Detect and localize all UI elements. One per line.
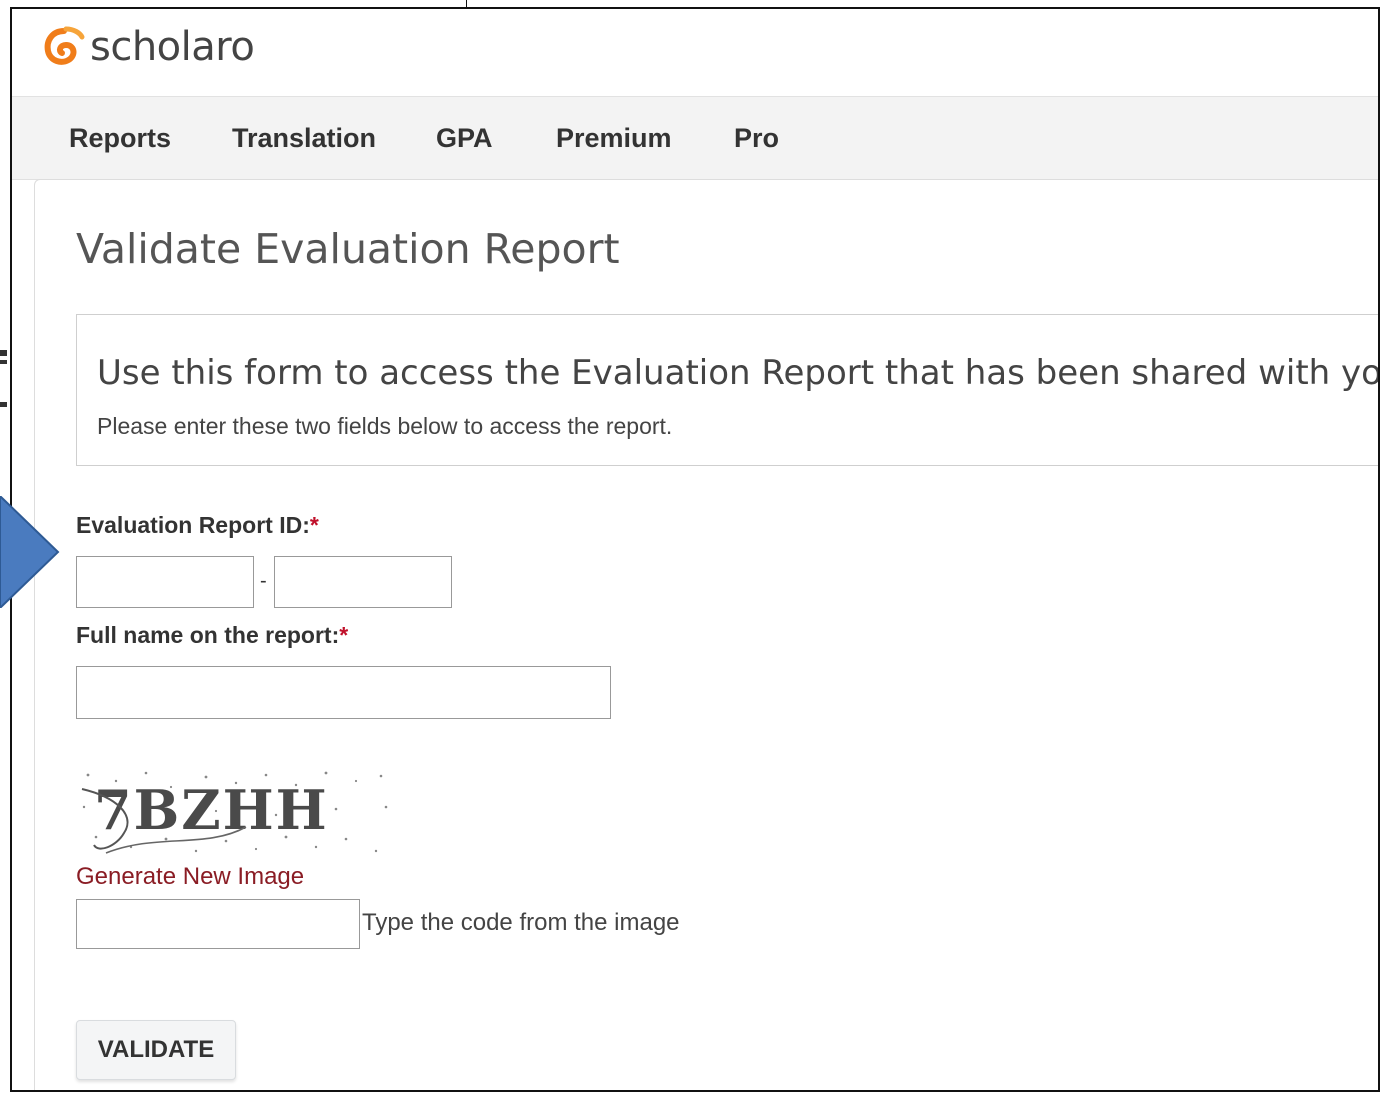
captcha-graphic: 7BZHH <box>76 767 392 857</box>
nav-translation[interactable]: Translation <box>232 123 376 154</box>
captcha-input[interactable] <box>76 899 360 949</box>
required-mark: * <box>339 622 349 648</box>
nav-reports[interactable]: Reports <box>69 123 171 154</box>
nav-pro[interactable]: Pro <box>734 123 779 154</box>
page-title: Validate Evaluation Report <box>76 225 620 273</box>
required-mark: * <box>309 512 319 538</box>
report-id-label: Evaluation Report ID:* <box>76 512 319 539</box>
captcha-image: 7BZHH <box>76 767 392 857</box>
generate-new-image-link[interactable]: Generate New Image <box>76 863 304 891</box>
id-separator: - <box>260 570 267 592</box>
full-name-label-text: Full name on the report: <box>76 622 340 648</box>
full-name-input[interactable] <box>76 666 611 719</box>
browser-viewport: scholaro Reports Translation GPA Premium… <box>10 7 1380 1092</box>
edge-artifact <box>0 350 8 420</box>
report-id-part1-input[interactable] <box>76 556 254 608</box>
site-header: scholaro <box>12 9 1378 97</box>
brand-wordmark: scholaro <box>90 24 255 70</box>
captcha-hint: Type the code from the image <box>362 909 680 936</box>
report-id-label-text: Evaluation Report ID: <box>76 512 310 538</box>
full-name-label: Full name on the report:* <box>76 622 348 649</box>
report-id-part2-input[interactable] <box>274 556 452 608</box>
nav-gpa[interactable]: GPA <box>436 123 493 154</box>
info-lead-text: Use this form to access the Evaluation R… <box>97 353 1380 393</box>
callout-arrow-icon <box>0 496 60 608</box>
info-sub-text: Please enter these two fields below to a… <box>97 413 673 439</box>
info-box: Use this form to access the Evaluation R… <box>76 314 1380 466</box>
swirl-logo-icon <box>44 26 85 65</box>
validate-button[interactable]: VALIDATE <box>76 1020 236 1080</box>
nav-premium[interactable]: Premium <box>556 123 672 154</box>
captcha-code-text: 7BZHH <box>94 778 329 842</box>
scholaro-logo[interactable]: scholaro <box>42 24 255 70</box>
main-nav: Reports Translation GPA Premium Pro <box>12 97 1378 180</box>
